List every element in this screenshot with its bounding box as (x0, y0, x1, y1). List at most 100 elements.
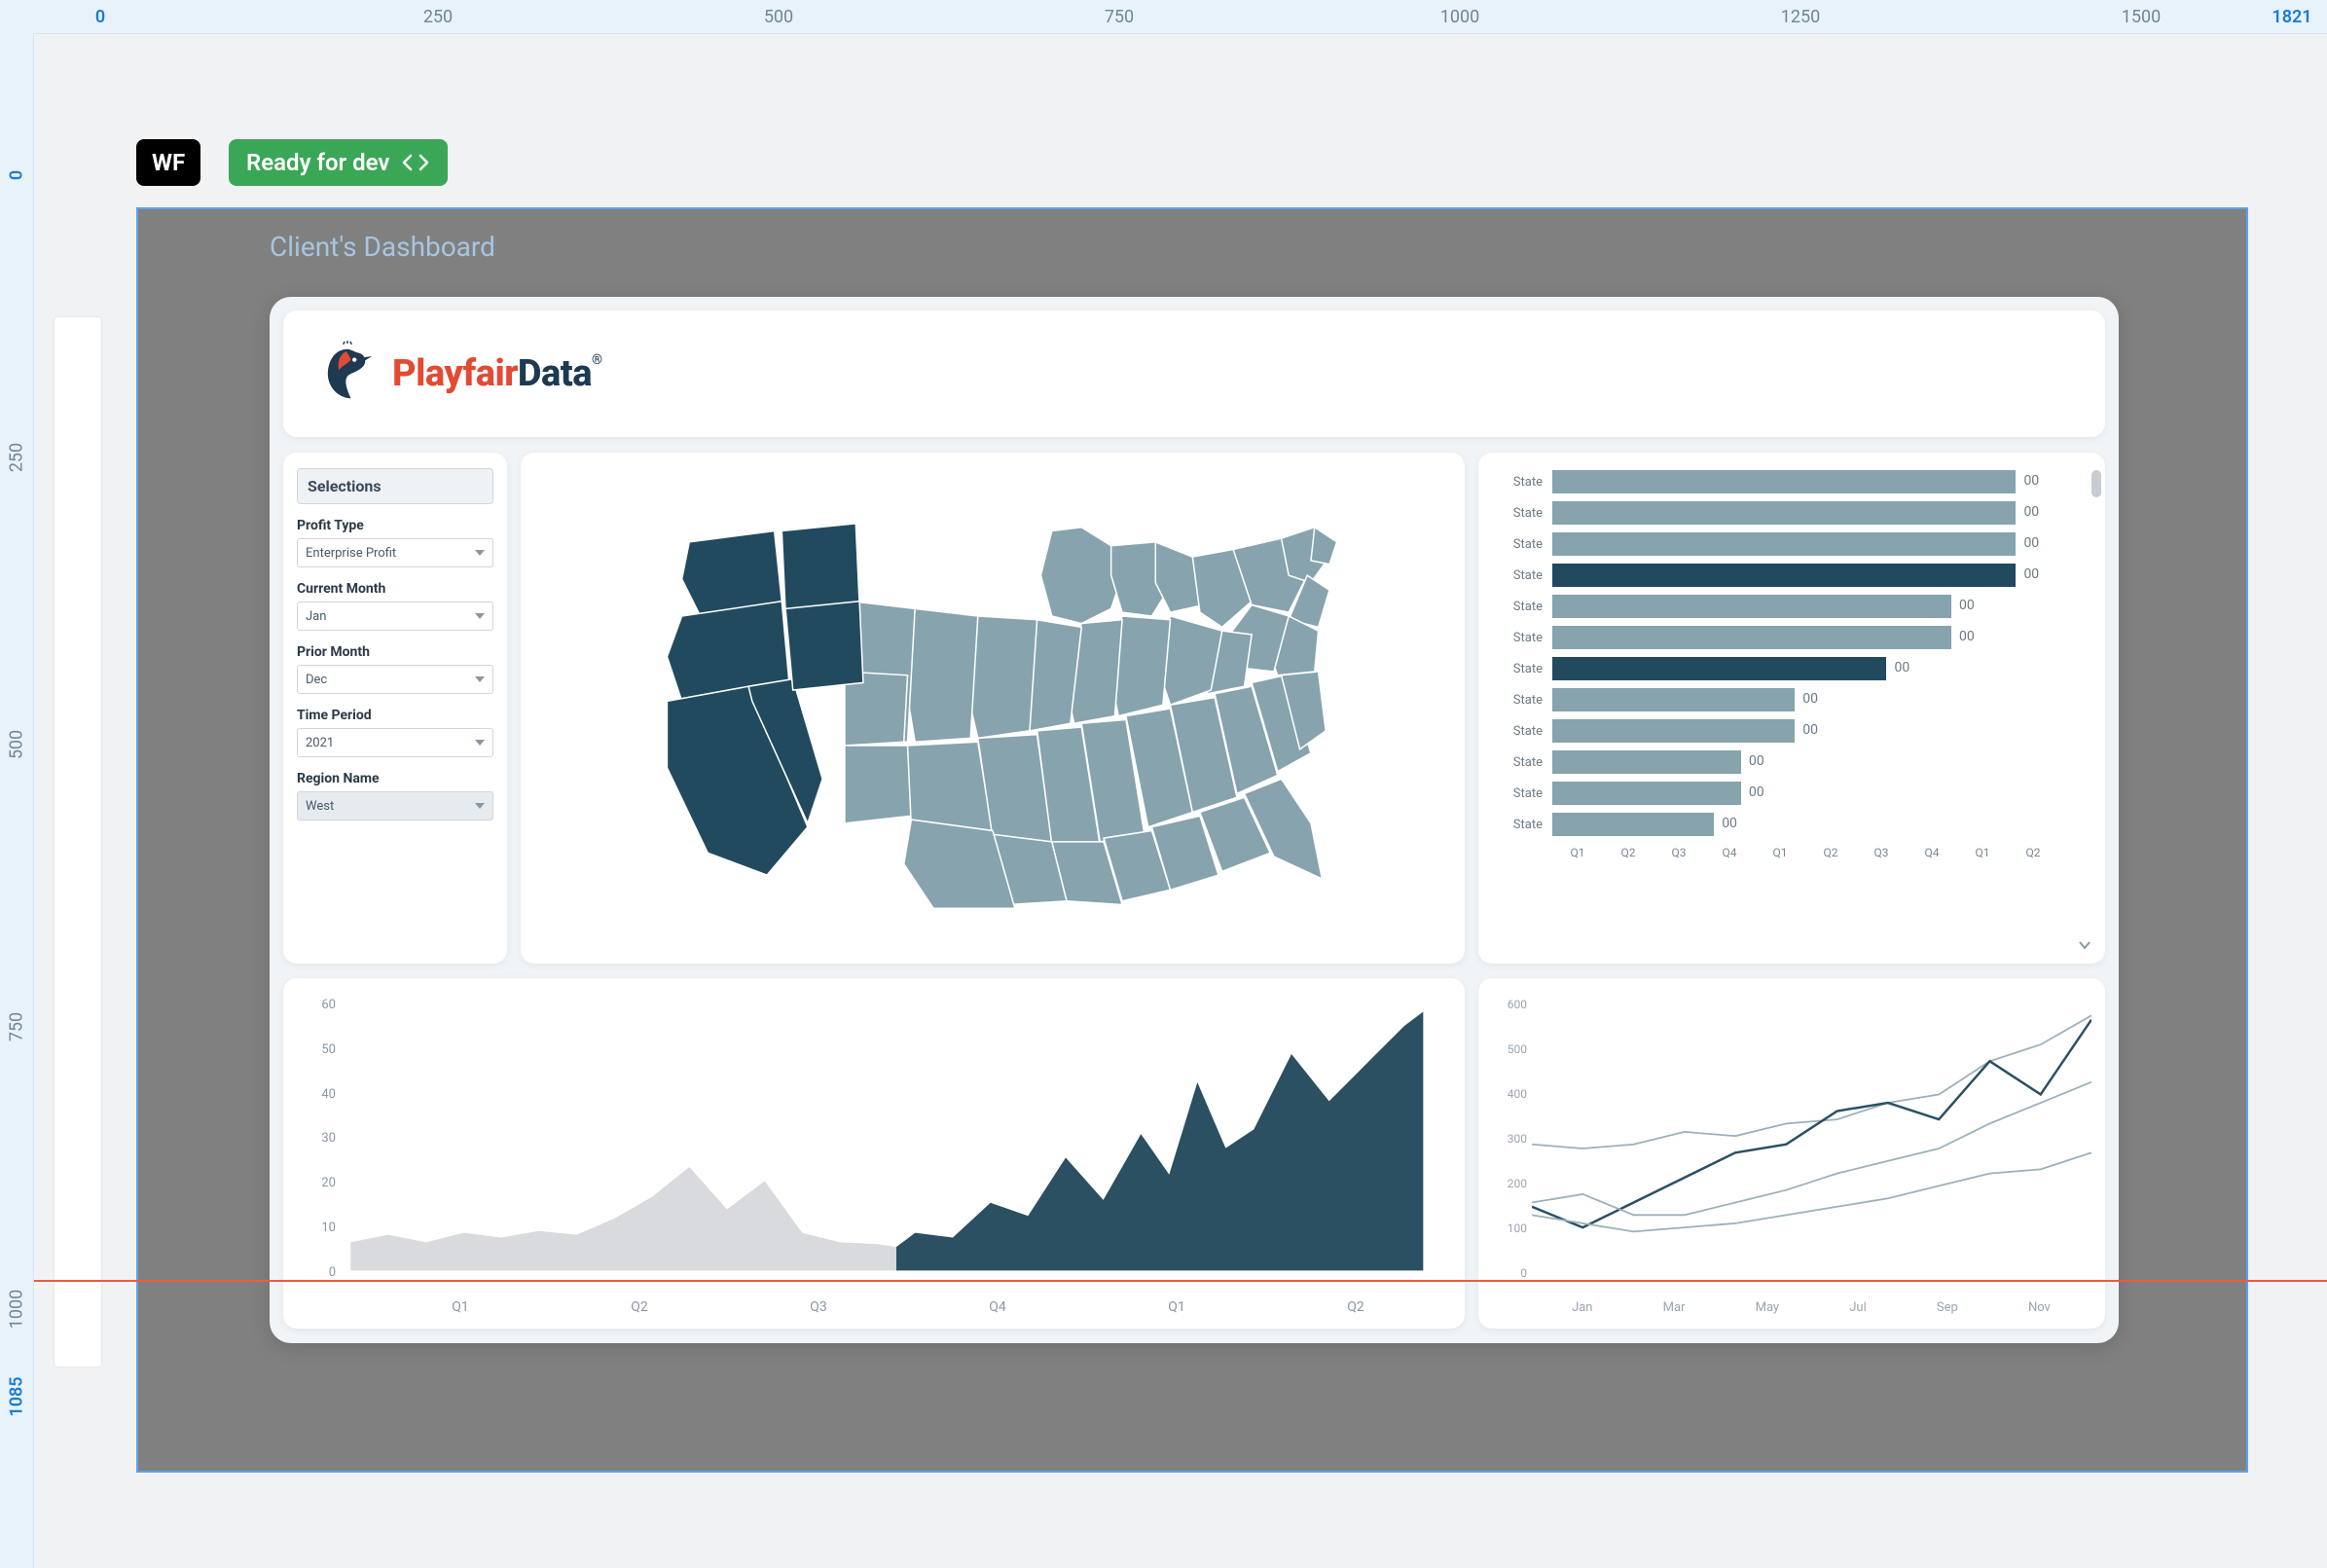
bar-fill (1552, 532, 2016, 556)
bar-label: State (1492, 662, 1543, 676)
time-period-dropdown[interactable]: 2021 (297, 728, 493, 757)
bar-label: State (1492, 537, 1543, 552)
ruler-h-500: 500 (764, 7, 793, 27)
bar-track: 00 (1552, 782, 2091, 805)
horizontal-guide[interactable] (34, 1280, 2327, 1282)
ruler-h-250: 250 (423, 7, 453, 27)
state-id-s[interactable] (785, 601, 863, 689)
x-tick: Mar (1663, 1300, 1686, 1315)
region-name-dropdown[interactable]: West (297, 791, 493, 820)
ruler-corner (0, 0, 34, 34)
sel-group-time-period: Time Period 2021 (297, 708, 493, 757)
bar-track: 00 (1552, 750, 2091, 774)
ruler-v-0: 0 (7, 170, 27, 180)
wf-badge[interactable]: WF (136, 139, 200, 186)
x-tick: Jan (1572, 1300, 1592, 1315)
y-tick: 600 (1492, 998, 1527, 1011)
ruler-v-250: 250 (7, 443, 27, 472)
ruler-h-750: 750 (1105, 7, 1134, 27)
area-y-axis: 60 50 40 30 20 10 0 (297, 998, 336, 1280)
bar-track: 00 (1552, 813, 2091, 836)
area-chart[interactable] (342, 998, 1451, 1280)
y-tick: 10 (297, 1221, 336, 1235)
ruler-h-1250: 1250 (1781, 7, 1820, 27)
y-tick: 100 (1492, 1222, 1527, 1235)
neighbor-frame-ghost[interactable] (54, 316, 102, 1367)
bar-fill (1552, 688, 1795, 711)
area-chart-panel: 60 50 40 30 20 10 0 Q1 Q2 Q3 Q4 (283, 978, 1465, 1329)
bar-label: State (1492, 600, 1543, 614)
x-tick: May (1756, 1300, 1779, 1315)
x-tick: Q2 (1603, 846, 1654, 859)
bar-track: 00 (1552, 532, 2091, 556)
map-panel (521, 453, 1465, 964)
bar-track: 00 (1552, 501, 2091, 525)
state-id-n[interactable] (782, 523, 859, 611)
frame-title-label[interactable]: Client's Dashboard (270, 231, 495, 263)
bar-value: 00 (1959, 598, 1975, 613)
x-tick: Jul (1849, 1300, 1867, 1315)
bar-label: State (1492, 755, 1543, 770)
ruler-vertical[interactable]: 0 250 500 750 1000 1085 (0, 34, 34, 1568)
prior-month-dropdown[interactable]: Dec (297, 665, 493, 694)
scrollbar-thumb[interactable] (2091, 470, 2101, 497)
ruler-v-1000: 1000 (7, 1290, 27, 1329)
bar-fill (1552, 750, 1741, 774)
bar-row[interactable]: State00 (1492, 653, 2091, 684)
dd-value: Jan (306, 609, 326, 624)
ruler-v-end: 1085 (7, 1376, 27, 1416)
ruler-h-1000: 1000 (1440, 7, 1479, 27)
x-tick: Q3 (1856, 846, 1907, 859)
x-tick: Q2 (2008, 846, 2058, 859)
bar-row[interactable]: State 00 (1492, 529, 2091, 560)
dd-value: Enterprise Profit (306, 546, 396, 561)
bar-fill (1552, 564, 2016, 587)
ready-label: Ready for dev (246, 149, 389, 176)
sel-group-current-month: Current Month Jan (297, 581, 493, 631)
bar-track: 00 (1552, 564, 2091, 587)
bar-row[interactable]: State00 (1492, 684, 2091, 715)
x-tick: Q4 (989, 1299, 1006, 1315)
bar-fill (1552, 813, 1714, 836)
x-tick: Q1 (1552, 846, 1603, 859)
bar-row[interactable]: State 00 (1492, 560, 2091, 591)
chevron-down-icon (475, 550, 485, 556)
bar-row[interactable]: State00 (1492, 809, 2091, 840)
bar-row[interactable]: State00 (1492, 497, 2091, 529)
selections-title: Selections (297, 468, 493, 504)
y-tick: 500 (1492, 1042, 1527, 1056)
y-tick: 60 (297, 998, 336, 1012)
chevron-down-icon (475, 803, 485, 809)
bar-row[interactable]: State00 (1492, 715, 2091, 747)
bar-label: State (1492, 568, 1543, 583)
bar-row[interactable]: State00 (1492, 466, 2091, 497)
y-tick: 30 (297, 1131, 336, 1146)
bar-row[interactable]: State 00 (1492, 591, 2091, 622)
sel-group-profit-type: Profit Type Enterprise Profit (297, 518, 493, 567)
sel-label: Prior Month (297, 644, 493, 660)
line-series (1532, 1082, 2091, 1216)
bar-row[interactable]: State00 (1492, 778, 2091, 809)
current-month-dropdown[interactable]: Jan (297, 602, 493, 631)
ruler-horizontal[interactable]: 0 250 500 750 1000 1250 1500 1750 1821 (34, 0, 2327, 34)
dd-value: Dec (306, 673, 327, 687)
ready-for-dev-badge[interactable]: Ready for dev (229, 139, 448, 186)
selections-panel: Selections Profit Type Enterprise Profit… (283, 453, 507, 964)
line-chart[interactable] (1532, 998, 2091, 1280)
y-tick: 300 (1492, 1132, 1527, 1146)
bar-label: State (1492, 693, 1543, 708)
design-stage[interactable]: WF Ready for dev Client's Dashboard Play… (34, 34, 2327, 1568)
bar-value: 00 (2023, 504, 2039, 520)
profit-type-dropdown[interactable]: Enterprise Profit (297, 538, 493, 567)
bar-value: 00 (1749, 784, 1764, 800)
bar-row[interactable]: State00 (1492, 622, 2091, 653)
bird-icon (312, 339, 382, 409)
x-tick: Q4 (1704, 846, 1755, 859)
bar-track: 00 (1552, 719, 2091, 743)
chevron-down-icon[interactable] (2078, 938, 2091, 952)
bar-row[interactable]: State 00 (1492, 747, 2091, 778)
y-tick: 20 (297, 1176, 336, 1190)
x-tick: Q1 (1957, 846, 2008, 859)
frame-selected[interactable]: Client's Dashboard PlayfairData® S (136, 207, 2248, 1473)
usa-map[interactable] (637, 480, 1348, 937)
